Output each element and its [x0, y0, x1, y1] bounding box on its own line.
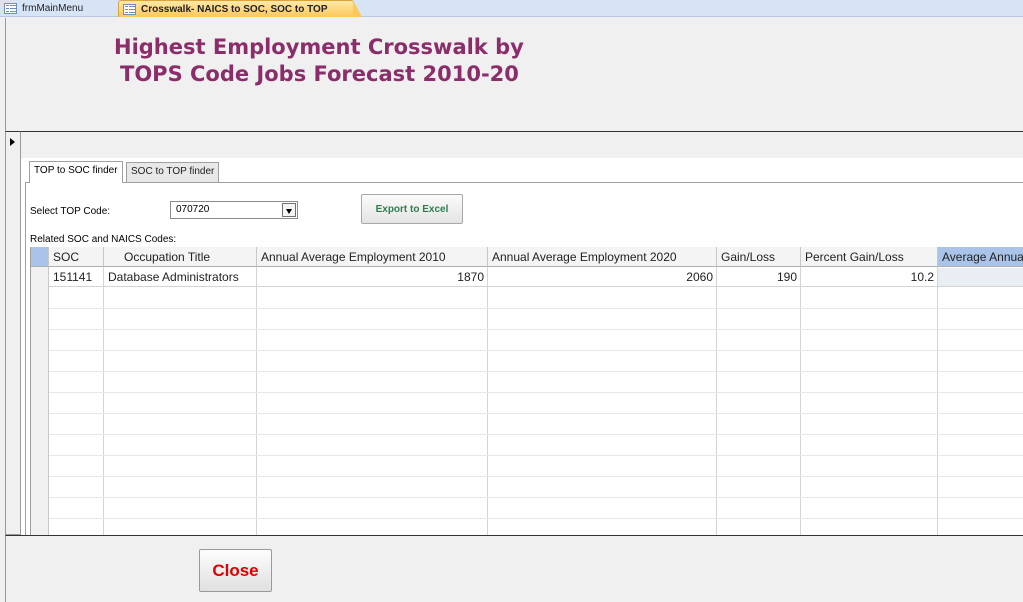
title-line-2: TOPS Code Jobs Forecast 2010-20	[120, 62, 519, 86]
cell-percent-gain-loss[interactable]: 10.2	[801, 268, 938, 287]
results-datasheet[interactable]: SOC Occupation Title Annual Average Empl…	[30, 247, 1023, 536]
grid-row-line	[49, 413, 1023, 414]
select-all-corner[interactable]	[31, 247, 49, 267]
grid-row-line	[49, 392, 1023, 393]
grid-row-line	[49, 455, 1023, 456]
form-icon	[123, 3, 136, 15]
column-header-gain-loss[interactable]: Gain/Loss	[717, 247, 801, 267]
tab-top-to-soc-finder[interactable]: TOP to SOC finder	[29, 161, 123, 183]
cell-employment-2010[interactable]: 1870	[257, 268, 488, 287]
page-title: Highest Employment Crosswalk by TOPS Cod…	[114, 34, 524, 88]
top-code-value: 070720	[176, 204, 210, 215]
column-header-employment-2010[interactable]: Annual Average Employment 2010	[257, 247, 488, 267]
cell-soc[interactable]: 151141	[49, 268, 104, 287]
column-header-average-annual[interactable]: Average Annual	[938, 247, 1023, 267]
cell-occupation-title[interactable]: Database Administrators	[104, 268, 257, 287]
column-header-percent-gain-loss[interactable]: Percent Gain/Loss	[801, 247, 938, 267]
grid-row-line	[49, 518, 1023, 519]
form-detail: TOP to SOC finder SOC to TOP finder Sele…	[21, 131, 1023, 536]
related-codes-label: Related SOC and NAICS Codes:	[30, 234, 177, 245]
export-to-excel-button[interactable]: Export to Excel	[361, 194, 463, 224]
row-selector-column[interactable]	[31, 267, 49, 536]
select-top-code-label: Select TOP Code:	[30, 206, 111, 217]
tab-soc-to-top-finder[interactable]: SOC to TOP finder	[126, 162, 220, 182]
grid-row-line	[49, 329, 1023, 330]
cell-employment-2020[interactable]: 2060	[488, 268, 717, 287]
column-header-soc[interactable]: SOC	[49, 247, 104, 267]
grid-row-line	[49, 476, 1023, 477]
record-selector[interactable]	[5, 131, 21, 535]
cell-gain-loss[interactable]: 190	[717, 268, 801, 287]
form-icon	[4, 3, 17, 14]
grid-row-line	[49, 371, 1023, 372]
grid-row-line	[49, 350, 1023, 351]
document-tab-strip: frmMainMenu Crosswalk- NAICS to SOC, SOC…	[0, 0, 1023, 17]
detail-top-bar	[21, 132, 1023, 158]
chevron-down-icon	[286, 209, 292, 214]
close-button[interactable]: Close	[199, 549, 272, 592]
current-record-arrow-icon	[10, 138, 15, 146]
tab-frm-main-menu[interactable]: frmMainMenu	[0, 0, 118, 17]
grid-row-line	[49, 434, 1023, 435]
form-header: Highest Employment Crosswalk by TOPS Cod…	[5, 18, 1023, 131]
title-line-1: Highest Employment Crosswalk by	[114, 35, 524, 59]
grid-row-line	[49, 308, 1023, 309]
column-header-occupation-title[interactable]: Occupation Title	[104, 247, 257, 267]
tab-label: frmMainMenu	[22, 3, 84, 14]
grid-row-line	[49, 497, 1023, 498]
cell-average-annual[interactable]	[938, 268, 1023, 287]
tab-crosswalk[interactable]: Crosswalk- NAICS to SOC, SOC to TOP	[118, 0, 362, 17]
form-footer: Close	[5, 535, 1023, 602]
tab-label: Crosswalk- NAICS to SOC, SOC to TOP	[141, 3, 328, 15]
column-header-employment-2020[interactable]: Annual Average Employment 2020	[488, 247, 717, 267]
top-code-combobox[interactable]: 070720	[170, 201, 298, 219]
dropdown-button[interactable]	[282, 203, 296, 217]
